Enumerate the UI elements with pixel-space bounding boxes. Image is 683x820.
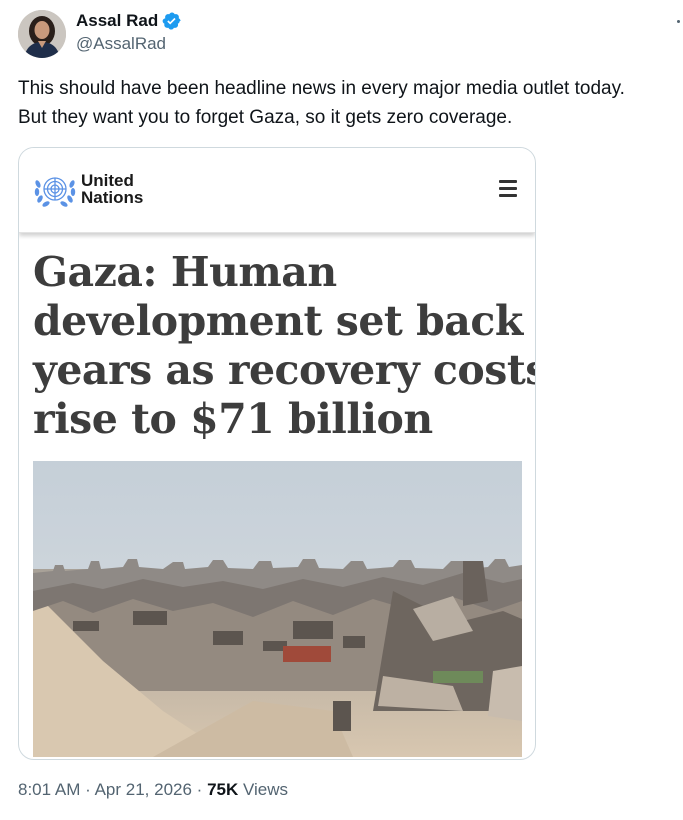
views-label: Views	[243, 780, 289, 799]
un-logo-text: United Nations	[81, 172, 143, 206]
views-count: 75K	[207, 780, 239, 799]
author-display-name[interactable]: Assal Rad	[76, 11, 158, 31]
article-headline: Gaza: Human development set back 77 year…	[33, 248, 536, 444]
meta-separator: ·	[85, 780, 91, 799]
tweet-date[interactable]: Apr 21, 2026	[95, 780, 192, 799]
tweet-text-line: This should have been headline news in e…	[18, 78, 625, 99]
un-emblem-icon	[34, 177, 76, 207]
headline-line: development set back 77	[33, 297, 535, 345]
headline-line: Gaza: Human	[33, 248, 337, 296]
tweet-text: This should have been headline news in e…	[18, 74, 678, 132]
un-logo-line: Nations	[81, 188, 144, 207]
tweet-author: Assal Rad @AssalRad	[76, 10, 182, 54]
tweet-metadata: 8:01 AM · Apr 21, 2026 · 75K Views	[18, 780, 288, 800]
un-site-header: United Nations	[19, 148, 535, 233]
verified-badge-icon[interactable]	[162, 11, 182, 31]
author-handle[interactable]: @AssalRad	[76, 34, 182, 54]
headline-line: rise to $71 billion	[33, 395, 433, 443]
tweet-text-line: But they want you to forget Gaza, so it …	[18, 107, 513, 128]
meta-separator: ·	[196, 780, 203, 799]
avatar-image	[18, 10, 66, 58]
headline-line: years as recovery costs	[33, 346, 536, 394]
destroyed-buildings-photo	[33, 461, 522, 757]
un-logo-line: United	[81, 171, 134, 190]
hamburger-menu-icon	[499, 180, 517, 197]
embedded-image-card[interactable]: United Nations Gaza: Human development s…	[18, 147, 536, 760]
avatar[interactable]	[18, 10, 66, 58]
more-options-icon[interactable]	[677, 20, 680, 23]
tweet-time[interactable]: 8:01 AM	[18, 780, 80, 799]
